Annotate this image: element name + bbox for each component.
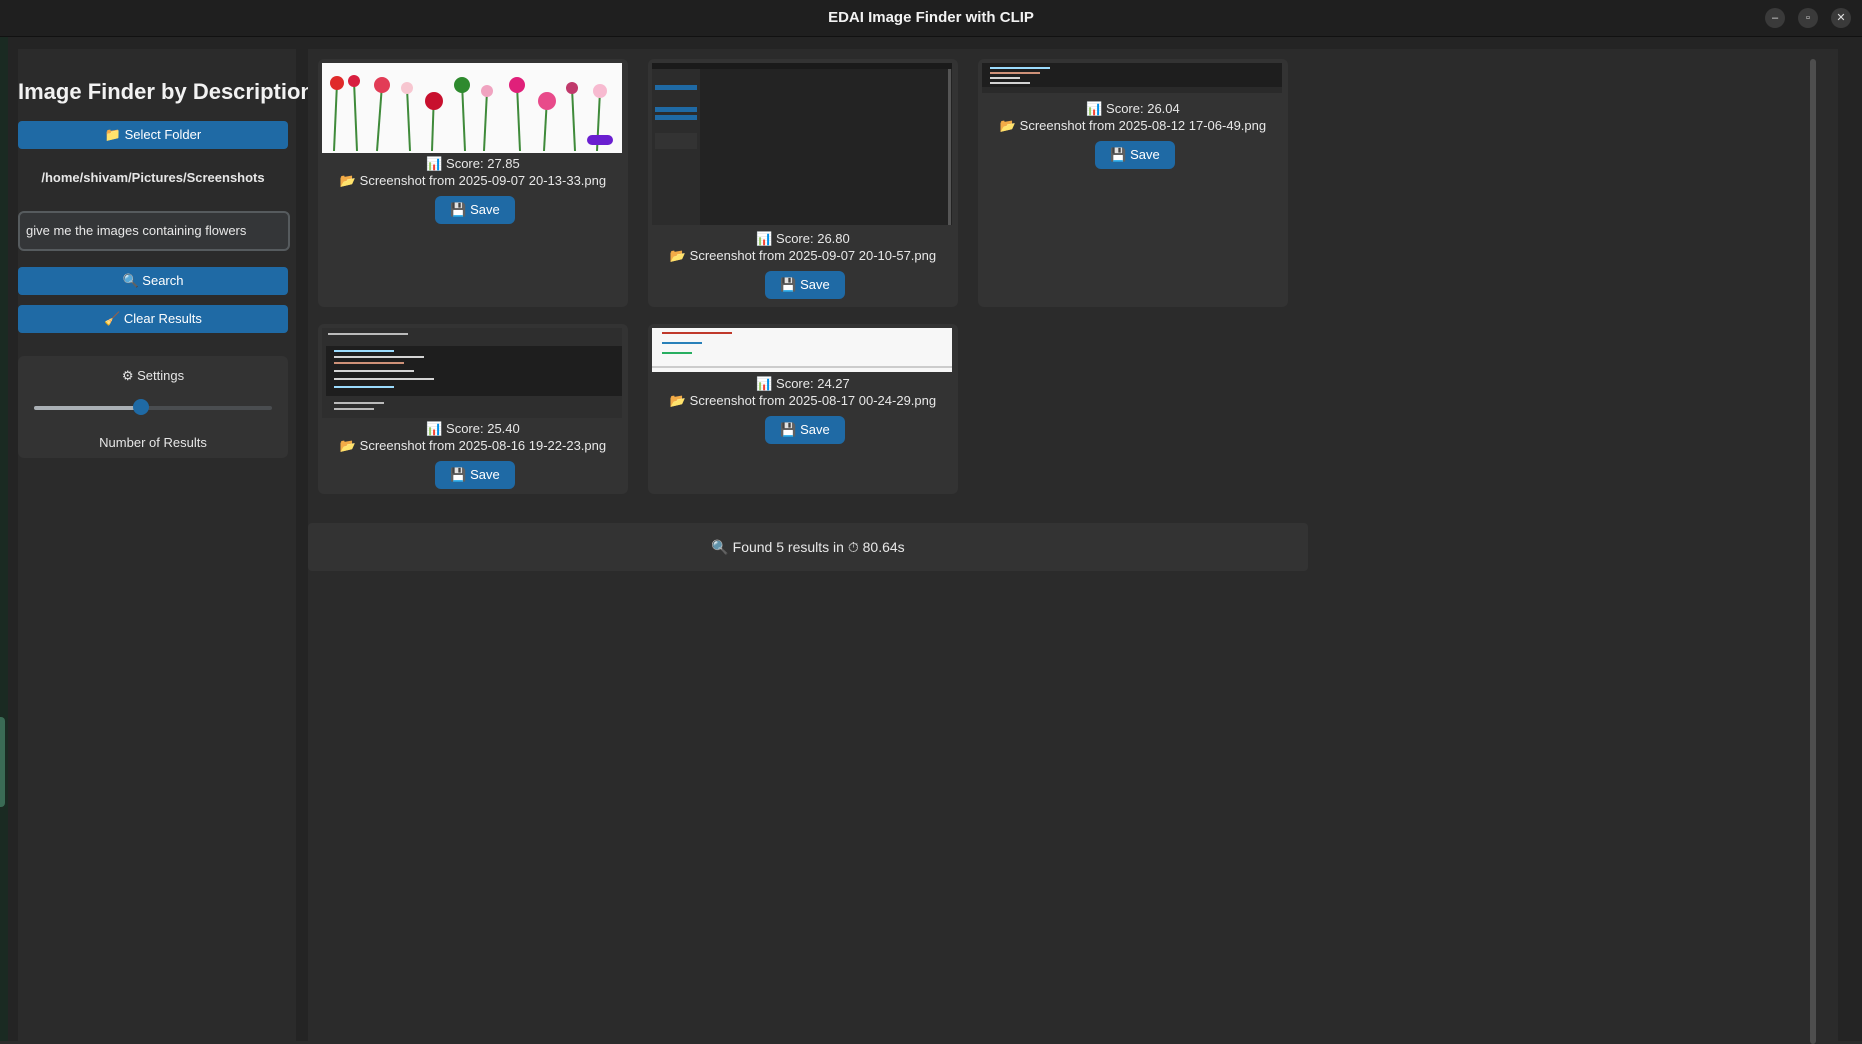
folder-path: /home/shivam/Pictures/Screenshots xyxy=(41,170,265,185)
result-filename: 📂 Screenshot from 2025-08-17 00-24-29.pn… xyxy=(669,393,937,408)
dock-handle xyxy=(0,717,5,807)
save-button[interactable]: 💾 Save xyxy=(435,196,515,224)
thumbnail-image[interactable] xyxy=(652,328,952,372)
sidebar: Image Finder by Description 📁 Select Fol… xyxy=(18,49,314,1041)
title-bar: EDAI Image Finder with CLIP – ▫ ✕ xyxy=(0,0,1862,37)
app-window: Image Finder by Description 📁 Select Fol… xyxy=(8,37,1862,1044)
code-screenshot-image xyxy=(322,328,622,418)
code-screenshot-image xyxy=(982,63,1282,93)
result-card: 📊 Score: 24.27 📂 Screenshot from 2025-08… xyxy=(648,324,958,494)
thumbnail-image[interactable] xyxy=(982,63,1282,93)
result-score: 📊 Score: 24.27 xyxy=(756,376,850,391)
flowers-image xyxy=(322,63,622,153)
sidebar-title: Image Finder by Description xyxy=(18,79,314,104)
result-filename: 📂 Screenshot from 2025-08-16 19-22-23.pn… xyxy=(339,438,607,453)
thumbnail-image[interactable] xyxy=(652,63,952,225)
maximize-button[interactable]: ▫ xyxy=(1798,8,1818,28)
app-screenshot-image xyxy=(652,63,952,225)
num-results-slider[interactable] xyxy=(34,399,272,415)
result-filename: 📂 Screenshot from 2025-08-12 17-06-49.pn… xyxy=(999,118,1267,133)
query-input[interactable]: give me the images containing flowers xyxy=(18,211,290,251)
clear-results-button[interactable]: 🧹 Clear Results xyxy=(18,305,288,333)
result-card: 📊 Score: 26.04 📂 Screenshot from 2025-08… xyxy=(978,59,1288,307)
thumbnail-image[interactable] xyxy=(322,63,622,153)
result-score: 📊 Score: 26.80 xyxy=(756,231,850,246)
result-filename: 📂 Screenshot from 2025-09-07 20-10-57.pn… xyxy=(669,248,937,263)
thumbnail-image[interactable] xyxy=(322,328,622,418)
select-folder-button[interactable]: 📁 Select Folder xyxy=(18,121,288,149)
result-card: 📊 Score: 25.40 📂 Screenshot from 2025-08… xyxy=(318,324,628,494)
result-card: 📊 Score: 27.85 📂 Screenshot from 2025-09… xyxy=(318,59,628,307)
desktop-edge xyxy=(0,37,8,1041)
result-card: 📊 Score: 26.80 📂 Screenshot from 2025-09… xyxy=(648,59,958,307)
settings-label: ⚙ Settings xyxy=(121,368,185,383)
settings-panel: ⚙ Settings Number of Results xyxy=(18,356,288,458)
notebook-screenshot-image xyxy=(652,328,952,372)
results-area: 📊 Score: 27.85 📂 Screenshot from 2025-09… xyxy=(308,49,1838,1041)
save-button[interactable]: 💾 Save xyxy=(1095,141,1175,169)
close-button[interactable]: ✕ xyxy=(1831,8,1851,28)
num-results-label: Number of Results xyxy=(99,435,207,450)
save-button[interactable]: 💾 Save xyxy=(765,416,845,444)
minimize-button[interactable]: – xyxy=(1765,8,1785,28)
search-button[interactable]: 🔍 Search xyxy=(18,267,288,295)
scrollbar[interactable] xyxy=(1808,49,1820,1044)
result-filename: 📂 Screenshot from 2025-09-07 20-13-33.pn… xyxy=(339,173,607,188)
save-button[interactable]: 💾 Save xyxy=(435,461,515,489)
result-score: 📊 Score: 25.40 xyxy=(426,421,520,436)
result-score: 📊 Score: 27.85 xyxy=(426,156,520,171)
slider-fill xyxy=(34,406,142,410)
status-bar: 🔍 Found 5 results in ⏱ 80.64s xyxy=(308,523,1308,571)
slider-knob[interactable] xyxy=(133,399,150,415)
result-score: 📊 Score: 26.04 xyxy=(1086,101,1180,116)
save-button[interactable]: 💾 Save xyxy=(765,271,845,299)
window-title: EDAI Image Finder with CLIP xyxy=(828,9,1034,26)
scrollbar-thumb[interactable] xyxy=(1810,59,1816,1044)
